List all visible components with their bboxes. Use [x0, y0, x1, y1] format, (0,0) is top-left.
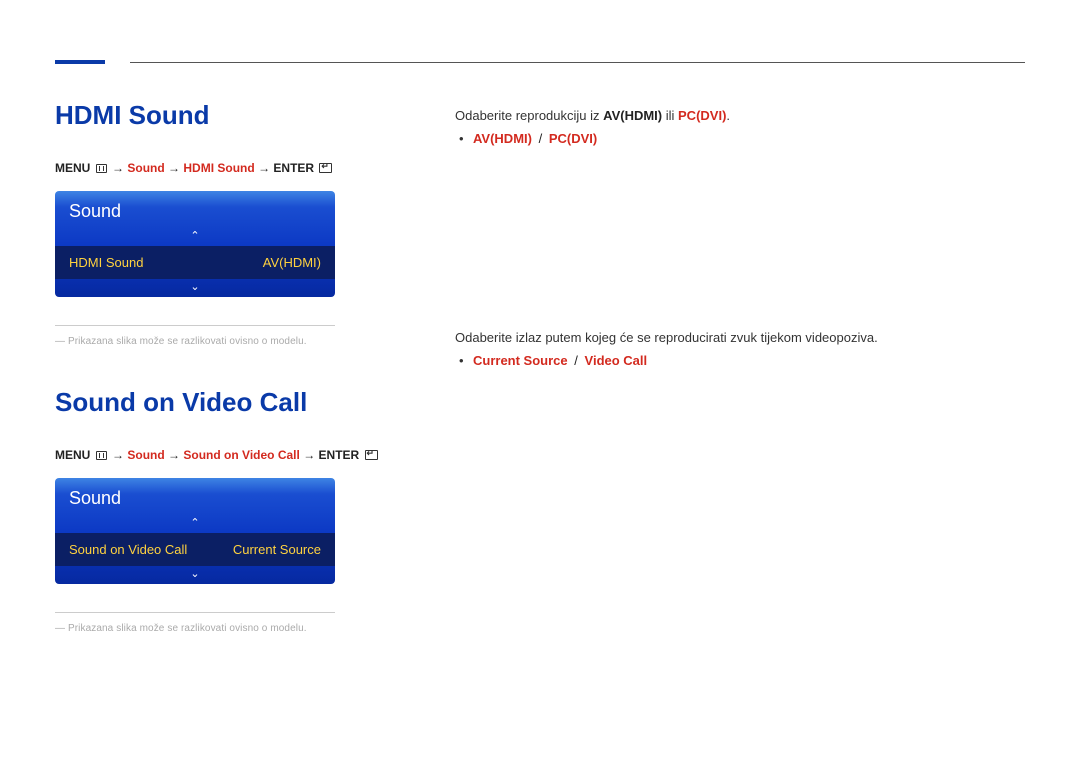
osd-up-arrow[interactable]: ⌃: [55, 515, 335, 533]
option-1: AV(HDMI): [473, 131, 532, 146]
top-divider: [130, 62, 1025, 63]
section-hdmi-sound-description: Odaberite reprodukciju iz AV(HDMI) ili P…: [455, 108, 1025, 146]
menu-breadcrumb: MENU → Sound → Sound on Video Call → ENT…: [55, 448, 395, 462]
enter-icon: [365, 450, 378, 460]
section-sound-on-video-call: Sound on Video Call MENU → Sound → Sound…: [55, 387, 395, 634]
page-layout: HDMI Sound MENU → Sound → HDMI Sound → E…: [55, 60, 1025, 674]
osd-up-arrow[interactable]: ⌃: [55, 228, 335, 246]
divider: [55, 325, 335, 326]
menu-label: MENU: [55, 448, 90, 462]
breadcrumb-sound: Sound: [127, 448, 164, 462]
description-text: Odaberite reprodukciju iz AV(HDMI) ili P…: [455, 108, 1025, 123]
option-1: Current Source: [473, 353, 568, 368]
menu-breadcrumb: MENU → Sound → HDMI Sound → ENTER: [55, 161, 395, 175]
section-heading: Sound on Video Call: [55, 387, 395, 418]
breadcrumb-hdmi-sound: HDMI Sound: [183, 161, 254, 175]
osd-panel: Sound ⌃ Sound on Video Call Current Sour…: [55, 478, 335, 584]
option-2: Video Call: [585, 353, 648, 368]
enter-label: ENTER: [319, 448, 360, 462]
section-hdmi-sound: HDMI Sound MENU → Sound → HDMI Sound → E…: [55, 100, 395, 347]
enter-icon: [319, 163, 332, 173]
option-separator: /: [539, 131, 543, 146]
desc-before: Odaberite reprodukciju iz: [455, 108, 603, 123]
osd-down-arrow[interactable]: ⌄: [55, 566, 335, 584]
osd-item-value: AV(HDMI): [263, 255, 321, 270]
osd-item-label: Sound on Video Call: [69, 542, 187, 557]
options-item: Current Source / Video Call: [473, 353, 1025, 368]
osd-title: Sound: [55, 478, 335, 515]
breadcrumb-sound-on-video-call: Sound on Video Call: [183, 448, 299, 462]
footnote: ― Prikazana slika može se razlikovati ov…: [55, 336, 395, 347]
arrow: →: [168, 448, 183, 462]
option-2: PC(DVI): [549, 131, 597, 146]
accent-rule: [55, 60, 105, 64]
desc-bold-1: AV(HDMI): [603, 108, 662, 123]
menu-label: MENU: [55, 161, 90, 175]
option-separator: /: [574, 353, 578, 368]
arrow: →: [112, 448, 127, 462]
menu-icon: [96, 451, 107, 460]
osd-panel: Sound ⌃ HDMI Sound AV(HDMI) ⌄: [55, 191, 335, 297]
osd-selected-item[interactable]: Sound on Video Call Current Source: [55, 533, 335, 566]
breadcrumb-sound: Sound: [127, 161, 164, 175]
arrow: →: [112, 161, 127, 175]
left-column: HDMI Sound MENU → Sound → HDMI Sound → E…: [55, 100, 395, 674]
menu-icon: [96, 164, 107, 173]
options-list: AV(HDMI) / PC(DVI): [455, 131, 1025, 146]
right-column: Odaberite reprodukciju iz AV(HDMI) ili P…: [455, 100, 1025, 674]
osd-item-value: Current Source: [233, 542, 321, 557]
footnote: ― Prikazana slika može se razlikovati ov…: [55, 623, 395, 634]
arrow: →: [168, 161, 183, 175]
enter-label: ENTER: [273, 161, 314, 175]
desc-mid: ili: [662, 108, 678, 123]
options-item: AV(HDMI) / PC(DVI): [473, 131, 1025, 146]
arrow: →: [258, 161, 273, 175]
osd-item-label: HDMI Sound: [69, 255, 143, 270]
osd-down-arrow[interactable]: ⌄: [55, 279, 335, 297]
desc-bold-2: PC(DVI): [678, 108, 726, 123]
section-sound-on-video-call-description: Odaberite izlaz putem kojeg će se reprod…: [455, 330, 1025, 368]
desc-after: .: [726, 108, 730, 123]
description-text: Odaberite izlaz putem kojeg će se reprod…: [455, 330, 1025, 345]
arrow: →: [303, 448, 318, 462]
section-heading: HDMI Sound: [55, 100, 395, 131]
divider: [55, 612, 335, 613]
osd-title: Sound: [55, 191, 335, 228]
osd-selected-item[interactable]: HDMI Sound AV(HDMI): [55, 246, 335, 279]
options-list: Current Source / Video Call: [455, 353, 1025, 368]
